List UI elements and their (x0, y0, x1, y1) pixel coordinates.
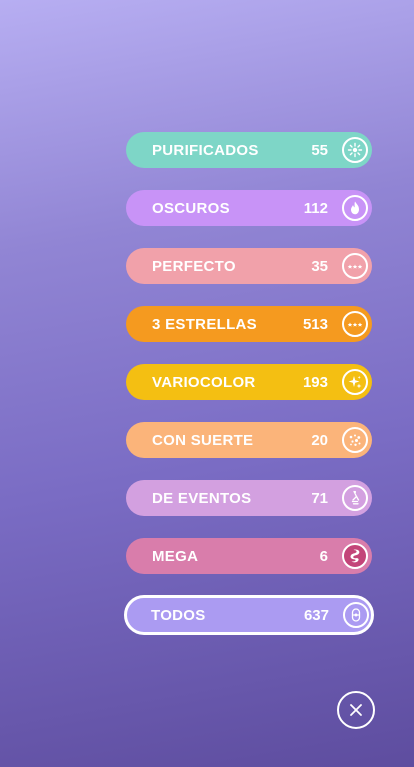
filter-label: OSCUROS (152, 199, 230, 217)
filter-count: 513 (302, 315, 328, 333)
event-icon (342, 485, 368, 511)
filter-count: 6 (319, 547, 328, 565)
filter-label: VARIOCOLOR (152, 373, 256, 391)
filter-de-eventos[interactable]: DE EVENTOS 71 (126, 480, 372, 516)
filter-todos[interactable]: TODOS 637 (124, 595, 374, 635)
three-stars-icon (342, 311, 368, 337)
filter-perfecto[interactable]: PERFECTO 35 (126, 248, 372, 284)
shiny-sparkle-icon (342, 369, 368, 395)
filter-count: 112 (303, 199, 328, 217)
filter-label: DE EVENTOS (152, 489, 252, 507)
filter-label: CON SUERTE (152, 431, 254, 449)
filter-purificados[interactable]: PURIFICADOS 55 (126, 132, 372, 168)
filter-variocolor[interactable]: VARIOCOLOR 193 (126, 364, 372, 400)
filter-count: 20 (311, 431, 328, 449)
filter-oscuros[interactable]: OSCUROS 112 (126, 190, 372, 226)
filter-label: PERFECTO (152, 257, 236, 275)
filter-count: 71 (311, 489, 328, 507)
purified-icon (342, 137, 368, 163)
filter-count: 637 (303, 606, 329, 624)
close-icon (350, 704, 362, 716)
shadow-flame-icon (342, 195, 368, 221)
mega-icon (342, 543, 368, 569)
filter-label: MEGA (152, 547, 199, 565)
filter-label: 3 ESTRELLAS (152, 315, 257, 333)
filter-count: 193 (302, 373, 328, 391)
perfect-stars-icon (342, 253, 368, 279)
filter-label: PURIFICADOS (152, 141, 259, 159)
filter-con-suerte[interactable]: CON SUERTE 20 (126, 422, 372, 458)
all-pokeball-icon (343, 602, 369, 628)
lucky-sparkles-icon (342, 427, 368, 453)
filter-mega[interactable]: MEGA 6 (126, 538, 372, 574)
filter-count: 35 (311, 257, 328, 275)
filter-3-estrellas[interactable]: 3 ESTRELLAS 513 (126, 306, 372, 342)
filter-count: 55 (311, 141, 328, 159)
close-button[interactable] (337, 691, 375, 729)
filter-label: TODOS (151, 606, 206, 624)
